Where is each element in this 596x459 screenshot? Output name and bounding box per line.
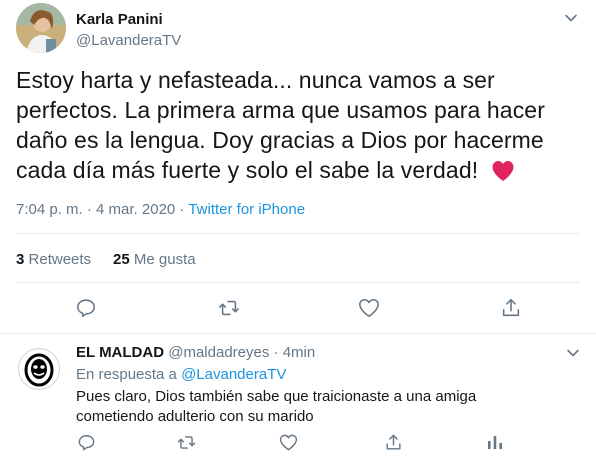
likes-label: Me gusta xyxy=(133,251,196,268)
reply-header: EL MALDAD @maldadreyes · 4min xyxy=(76,344,315,361)
share-icon[interactable] xyxy=(499,296,523,320)
likes-stat[interactable]: 25 Me gusta xyxy=(113,251,196,268)
retweet-icon[interactable] xyxy=(217,296,241,320)
caret-down-icon[interactable] xyxy=(564,344,582,362)
retweets-label: Retweets xyxy=(28,251,92,268)
reply-icon[interactable] xyxy=(74,430,98,454)
tweet-stats: 3 Retweets 25 Me gusta xyxy=(16,251,196,268)
like-icon[interactable] xyxy=(276,430,300,454)
main-tweet: Karla Panini @LavanderaTV Estoy harta y … xyxy=(0,0,596,334)
timestamp[interactable]: 7:04 p. m. · 4 mar. 2020 xyxy=(16,201,175,218)
source-link[interactable]: Twitter for iPhone xyxy=(188,201,305,218)
meta-separator: · xyxy=(175,201,189,218)
likes-count: 25 xyxy=(113,251,130,268)
caret-down-icon[interactable] xyxy=(562,9,580,27)
divider xyxy=(16,282,580,283)
replying-to-mention[interactable]: @LavanderaTV xyxy=(181,366,286,383)
retweets-stat[interactable]: 3 Retweets xyxy=(16,251,91,268)
reply-tweet[interactable]: EL MALDAD @maldadreyes · 4min En respues… xyxy=(0,334,596,459)
tweet-meta: 7:04 p. m. · 4 mar. 2020 · Twitter for i… xyxy=(16,201,305,218)
reply-author-name[interactable]: EL MALDAD xyxy=(76,344,164,361)
replying-to-label: En respuesta a xyxy=(76,366,177,383)
retweets-count: 3 xyxy=(16,251,25,268)
share-icon[interactable] xyxy=(381,430,405,454)
reply-time[interactable]: 4min xyxy=(283,344,316,361)
like-icon[interactable] xyxy=(357,296,381,320)
analytics-icon[interactable] xyxy=(483,430,507,454)
author-name[interactable]: Karla Panini xyxy=(76,11,163,28)
divider xyxy=(16,233,580,234)
reply-author-handle[interactable]: @maldadreyes xyxy=(168,344,269,361)
avatar[interactable] xyxy=(18,348,60,390)
reply-text: Pues claro, Dios también sabe que traici… xyxy=(76,388,477,425)
reply-separator: · xyxy=(273,344,279,361)
retweet-icon[interactable] xyxy=(174,430,198,454)
avatar[interactable] xyxy=(16,3,66,53)
replying-to: En respuesta a @LavanderaTV xyxy=(76,366,286,383)
reply-icon[interactable] xyxy=(74,296,98,320)
tweet-body: Estoy harta y nefasteada... nunca vamos … xyxy=(16,67,545,183)
red-heart-icon xyxy=(491,159,515,189)
tweet-text: Estoy harta y nefasteada... nunca vamos … xyxy=(16,65,586,189)
author-handle[interactable]: @LavanderaTV xyxy=(76,32,181,49)
